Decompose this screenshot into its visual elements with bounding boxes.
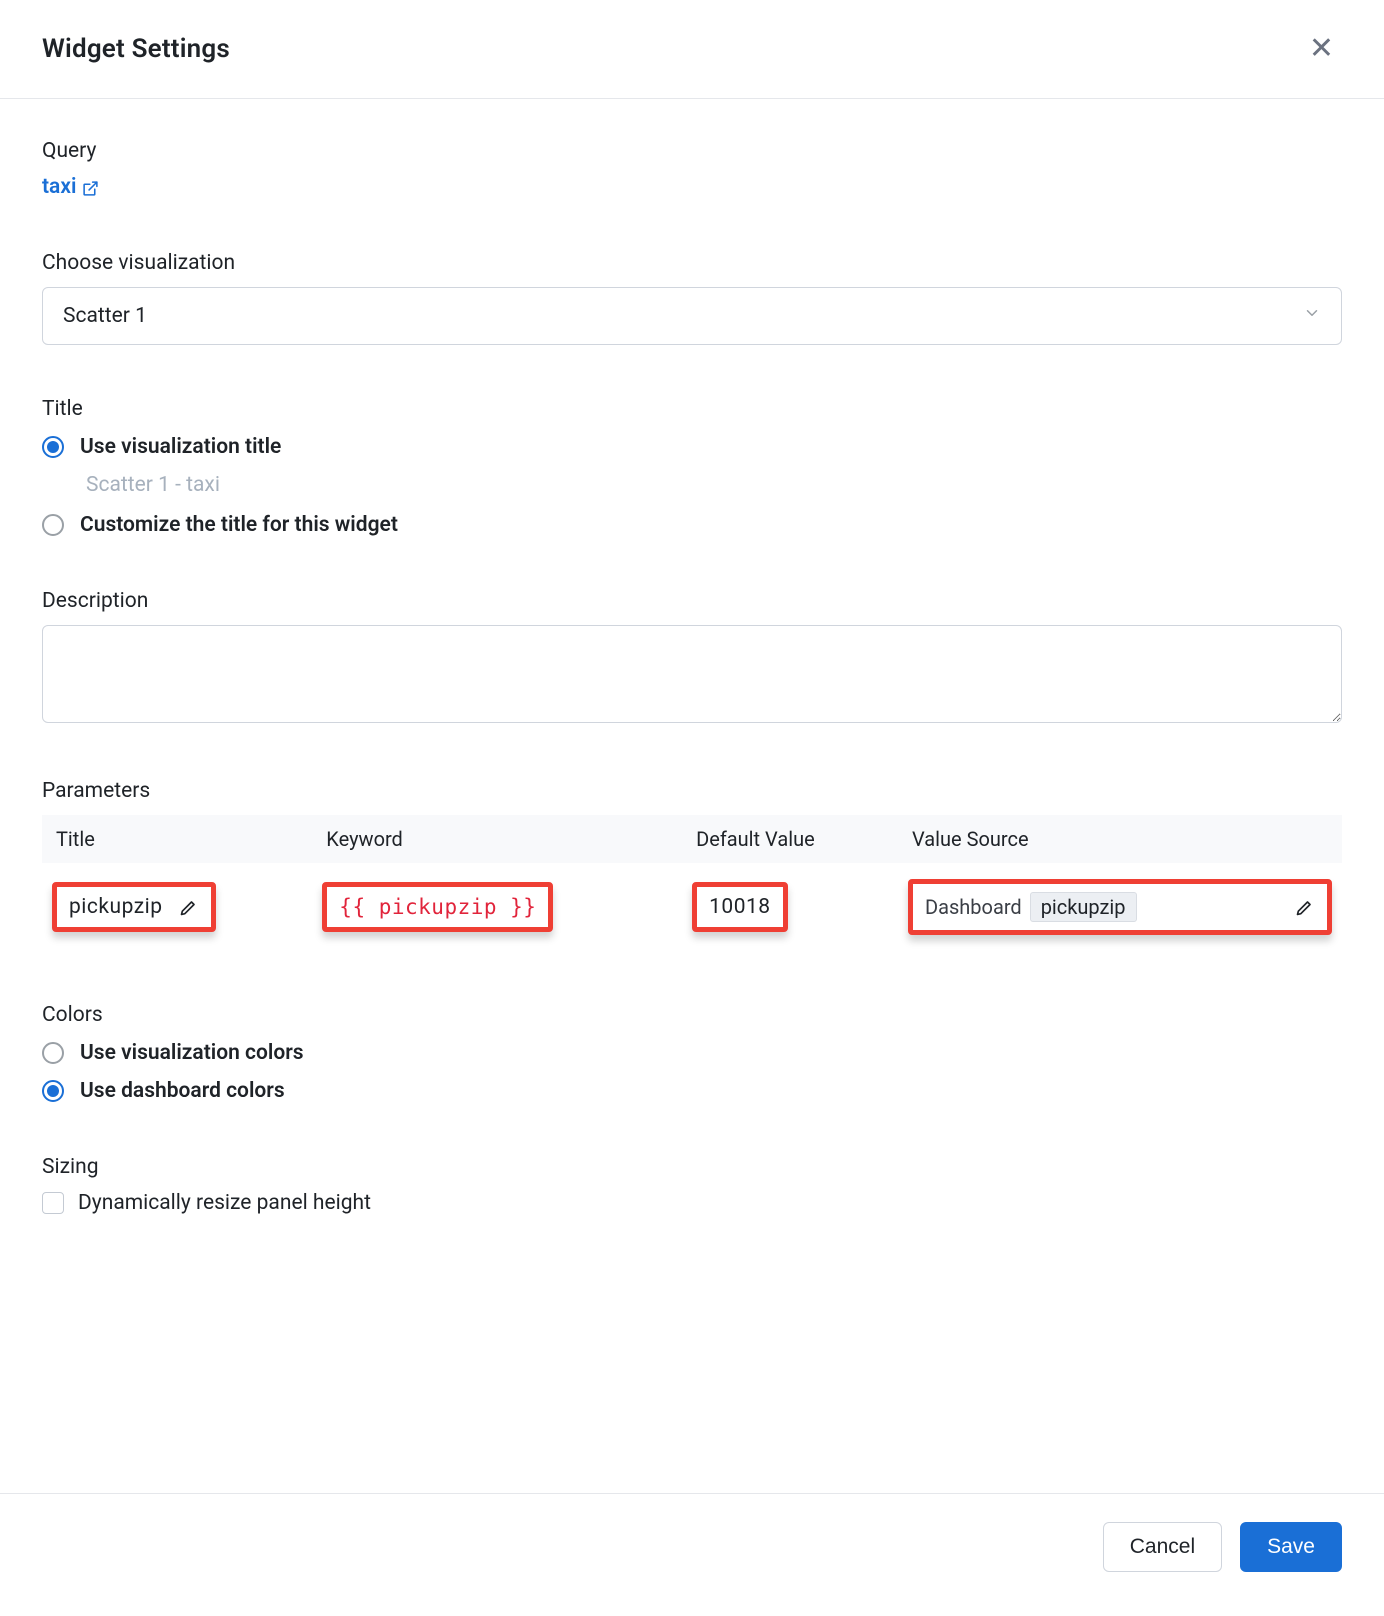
dialog-title: Widget Settings	[42, 34, 230, 64]
radio-use-label: Use visualization title	[80, 435, 281, 459]
checkbox-unchecked-icon[interactable]	[42, 1192, 64, 1214]
external-link-icon	[82, 179, 99, 196]
colors-section: Colors Use visualization colors Use dash…	[42, 1003, 1342, 1103]
param-title-text: pickupzip	[69, 895, 163, 919]
title-section-label: Title	[42, 397, 1342, 421]
edit-icon[interactable]	[179, 897, 199, 917]
title-section: Title Use visualization title Scatter 1 …	[42, 397, 1342, 537]
radio-use-visualization-title[interactable]: Use visualization title	[42, 435, 1342, 459]
param-keyword-cell: {{ pickupzip }}	[322, 882, 553, 932]
parameters-section: Parameters Title Keyword Default Value V…	[42, 779, 1342, 951]
description-label: Description	[42, 589, 1342, 613]
dialog-header: Widget Settings ✕	[0, 0, 1384, 99]
radio-use-dash-colors[interactable]: Use dashboard colors	[42, 1079, 1342, 1103]
param-keyword-text: {{ pickupzip }}	[339, 895, 536, 919]
radio-unselected-icon	[42, 1042, 64, 1064]
radio-use-viz-colors[interactable]: Use visualization colors	[42, 1041, 1342, 1065]
param-source-content: Dashboard pickupzip	[925, 892, 1137, 922]
query-section: Query taxi	[42, 139, 1342, 199]
parameters-table: Title Keyword Default Value Value Source…	[42, 815, 1342, 951]
col-title: Title	[42, 815, 312, 863]
radio-selected-icon	[42, 436, 64, 458]
dialog-body: Query taxi Choose visualization Scatter …	[0, 99, 1384, 1427]
description-section: Description	[42, 589, 1342, 727]
param-default-cell: 10018	[692, 882, 788, 932]
query-label: Query	[42, 139, 1342, 163]
col-keyword: Keyword	[312, 815, 682, 863]
param-source-cell[interactable]: Dashboard pickupzip	[908, 879, 1332, 935]
visualization-selected-value: Scatter 1	[63, 304, 147, 328]
param-source-value: pickupzip	[1030, 892, 1137, 922]
radio-selected-icon	[42, 1080, 64, 1102]
sizing-section: Sizing Dynamically resize panel height	[42, 1155, 1342, 1215]
radio-customize-title[interactable]: Customize the title for this widget	[42, 513, 1342, 537]
radio-custom-label: Customize the title for this widget	[80, 513, 398, 537]
visualization-section: Choose visualization Scatter 1	[42, 251, 1342, 345]
parameters-label: Parameters	[42, 779, 1342, 803]
table-row: pickupzip {{ pickupzip }} 100	[42, 863, 1342, 951]
col-default: Default Value	[682, 815, 898, 863]
dynamic-resize-row[interactable]: Dynamically resize panel height	[42, 1191, 1342, 1215]
col-source: Value Source	[898, 815, 1342, 863]
visualization-label: Choose visualization	[42, 251, 1342, 275]
param-default-text: 10018	[709, 895, 771, 919]
edit-icon[interactable]	[1295, 897, 1315, 917]
colors-label: Colors	[42, 1003, 1342, 1027]
dynamic-resize-label: Dynamically resize panel height	[78, 1191, 371, 1215]
param-source-kind: Dashboard	[925, 895, 1022, 919]
visualization-select[interactable]: Scatter 1	[42, 287, 1342, 345]
query-link-text: taxi	[42, 175, 76, 199]
close-icon[interactable]: ✕	[1301, 30, 1342, 68]
radio-unselected-icon	[42, 514, 64, 536]
cancel-button[interactable]: Cancel	[1103, 1522, 1222, 1572]
radio-dash-colors-label: Use dashboard colors	[80, 1079, 285, 1103]
use-title-preview: Scatter 1 - taxi	[86, 473, 1342, 497]
dialog-footer: Cancel Save	[0, 1493, 1384, 1616]
sizing-label: Sizing	[42, 1155, 1342, 1179]
query-link[interactable]: taxi	[42, 175, 99, 199]
radio-viz-colors-label: Use visualization colors	[80, 1041, 304, 1065]
save-button[interactable]: Save	[1240, 1522, 1342, 1572]
description-textarea[interactable]	[42, 625, 1342, 723]
param-title-cell[interactable]: pickupzip	[52, 882, 216, 932]
chevron-down-icon	[1303, 304, 1321, 328]
